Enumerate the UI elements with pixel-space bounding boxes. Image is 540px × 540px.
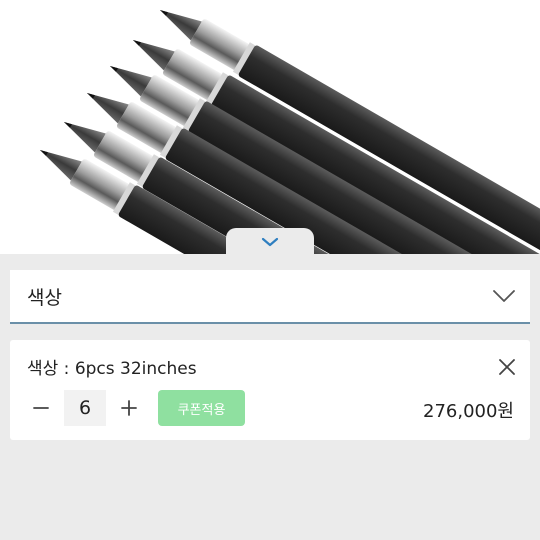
color-select-dropdown[interactable]: 색상 <box>10 270 530 324</box>
selected-option-name: 색상 : 6pcs 32inches <box>27 359 197 379</box>
remove-option-button[interactable] <box>496 356 518 378</box>
collapse-toggle[interactable] <box>226 228 314 256</box>
color-select-label: 색상 <box>27 286 62 309</box>
chevron-down-icon <box>261 237 279 247</box>
apply-coupon-button[interactable]: 쿠폰적용 <box>158 390 245 426</box>
quantity-decrease-button[interactable] <box>28 392 54 424</box>
chevron-down-icon <box>493 290 515 302</box>
option-price: 276,000원 <box>423 401 514 422</box>
quantity-input[interactable]: 6 <box>64 390 106 426</box>
minus-icon <box>33 407 49 409</box>
quantity-increase-button[interactable] <box>116 392 142 424</box>
product-image <box>0 0 540 254</box>
plus-icon <box>121 400 137 416</box>
close-icon <box>499 359 515 375</box>
selected-option-card: 색상 : 6pcs 32inches 6 쿠폰적용 276,000원 <box>10 340 530 440</box>
